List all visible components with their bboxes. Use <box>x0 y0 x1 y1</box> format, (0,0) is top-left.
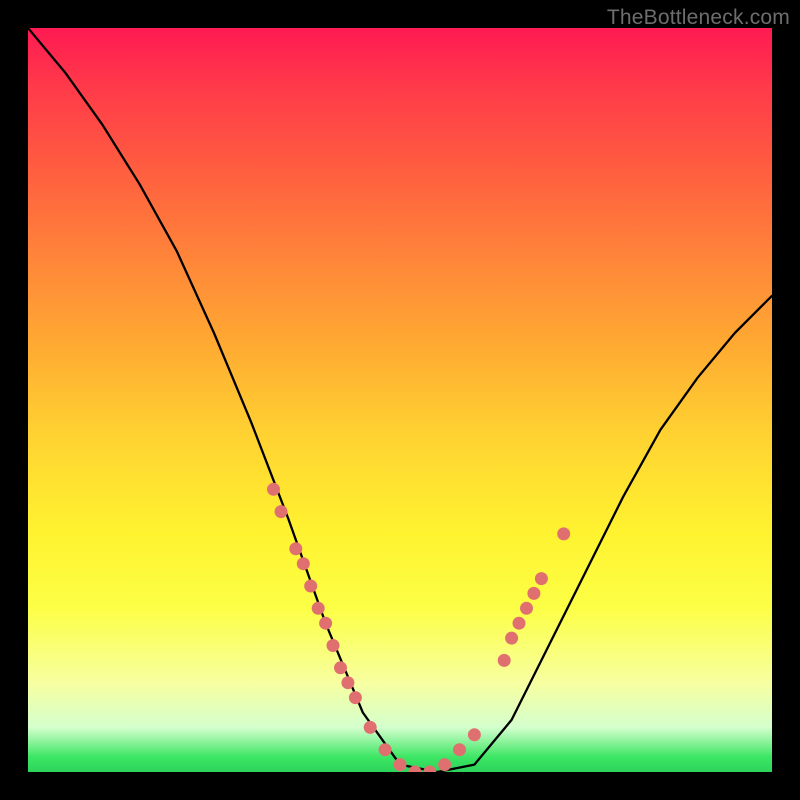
curve-group <box>28 28 772 772</box>
marker-point <box>334 661 347 674</box>
marker-point <box>364 721 377 734</box>
marker-point <box>557 527 570 540</box>
marker-point <box>327 639 340 652</box>
marker-point <box>312 602 325 615</box>
marker-point <box>319 617 332 630</box>
marker-point <box>267 483 280 496</box>
marker-point <box>341 676 354 689</box>
bottleneck-curve <box>28 28 772 772</box>
marker-point <box>304 580 317 593</box>
marker-group <box>267 483 570 772</box>
marker-point <box>527 587 540 600</box>
marker-point <box>453 743 466 756</box>
marker-point <box>289 542 302 555</box>
marker-point <box>394 758 407 771</box>
marker-point <box>468 728 481 741</box>
marker-point <box>438 758 451 771</box>
marker-point <box>498 654 511 667</box>
marker-point <box>379 743 392 756</box>
marker-point <box>505 632 518 645</box>
watermark-text: TheBottleneck.com <box>607 6 790 30</box>
marker-point <box>297 557 310 570</box>
line-chart-svg <box>28 28 772 772</box>
plot-area <box>28 28 772 772</box>
marker-point <box>520 602 533 615</box>
marker-point <box>513 617 526 630</box>
marker-point <box>275 505 288 518</box>
chart-frame: TheBottleneck.com <box>0 0 800 800</box>
marker-point <box>535 572 548 585</box>
marker-point <box>349 691 362 704</box>
marker-point <box>423 766 436 773</box>
